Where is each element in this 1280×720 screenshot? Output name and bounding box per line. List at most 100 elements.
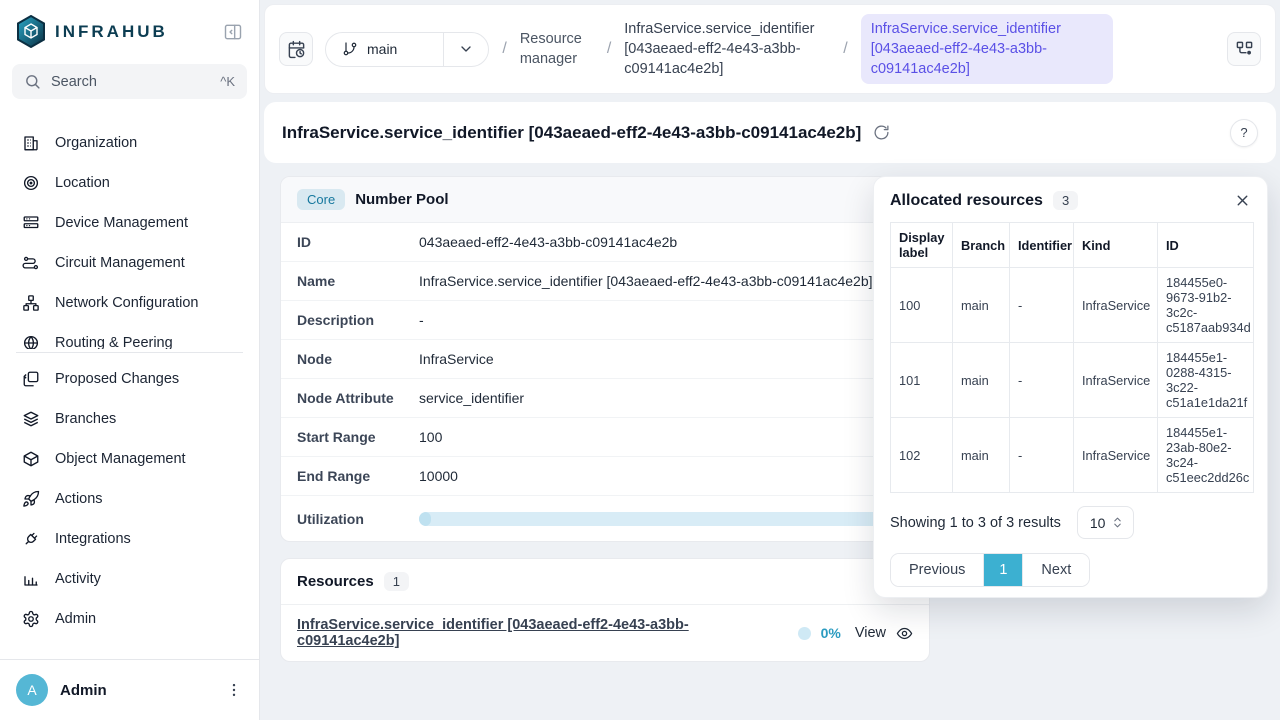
- detail-value: 100: [419, 429, 913, 445]
- sidebar-item-integrations[interactable]: Integrations: [8, 519, 251, 559]
- cube-icon: [22, 450, 40, 468]
- detail-row-name: Name InfraService.service_identifier [04…: [281, 262, 929, 301]
- sidebar-item-branches[interactable]: Branches: [8, 399, 251, 439]
- sidebar-item-organization[interactable]: Organization: [8, 123, 251, 163]
- sidebar-item-admin[interactable]: Admin: [8, 599, 251, 639]
- resources-title: Resources: [297, 573, 374, 590]
- sidebar: INFRAHUB Search ^K Organization Location…: [0, 0, 260, 720]
- sidebar-item-label: Admin: [55, 611, 96, 627]
- table-row: 101 main - InfraService 184455e1-0288-43…: [891, 343, 1254, 418]
- view-button[interactable]: View: [855, 625, 886, 641]
- location-icon: [22, 174, 40, 192]
- detail-value: 10000: [419, 468, 913, 484]
- detail-row-id: ID 043aeaed-eff2-4e43-a3bb-c09141ac4e2b: [281, 223, 929, 262]
- help-button[interactable]: ?: [1230, 119, 1258, 147]
- rocket-icon: [22, 490, 40, 508]
- user-name: Admin: [60, 682, 107, 699]
- utilization-progress-fill: [419, 512, 431, 526]
- sidebar-item-circuit-management[interactable]: Circuit Management: [8, 243, 251, 283]
- cell-branch: main: [953, 343, 1010, 418]
- results-summary: Showing 1 to 3 of 3 results: [890, 515, 1061, 531]
- page-title: InfraService.service_identifier [043aeae…: [282, 123, 861, 143]
- sidebar-collapse-icon[interactable]: [223, 22, 243, 42]
- sidebar-item-label: Device Management: [55, 215, 188, 231]
- plug-icon: [22, 530, 40, 548]
- resource-utilization-percent: 0%: [821, 625, 841, 641]
- breadcrumb-pool[interactable]: InfraService.service_identifier [043aeae…: [624, 19, 830, 79]
- kebab-menu-icon[interactable]: [225, 681, 243, 699]
- layers-icon: [22, 410, 40, 428]
- number-pool-card-header: Core Number Pool: [281, 177, 929, 223]
- sidebar-item-label: Actions: [55, 491, 103, 507]
- sidebar-item-proposed-changes[interactable]: Proposed Changes: [8, 359, 251, 399]
- globe-icon: [22, 334, 40, 349]
- time-travel-button[interactable]: [279, 32, 313, 66]
- detail-row-description: Description -: [281, 301, 929, 340]
- next-page-button[interactable]: Next: [1023, 554, 1089, 586]
- cell-identifier: -: [1010, 343, 1074, 418]
- app-name: INFRAHUB: [55, 22, 168, 42]
- search-placeholder: Search: [51, 74, 97, 90]
- sidebar-item-object-management[interactable]: Object Management: [8, 439, 251, 479]
- cell-identifier: -: [1010, 268, 1074, 343]
- branch-selector-value[interactable]: main: [326, 41, 443, 57]
- cell-branch: main: [953, 268, 1010, 343]
- cell-kind: InfraService: [1074, 418, 1158, 493]
- cell-id: 184455e0-9673-91b2-3c2c-c5187aab934d: [1158, 268, 1254, 343]
- cell-kind: InfraService: [1074, 343, 1158, 418]
- sidebar-item-label: Object Management: [55, 451, 186, 467]
- cell-display-label: 102: [891, 418, 953, 493]
- sidebar-item-label: Network Configuration: [55, 295, 198, 311]
- detail-row-node: Node InfraService: [281, 340, 929, 379]
- schema-visualizer-button[interactable]: [1227, 32, 1261, 66]
- sidebar-item-network-configuration[interactable]: Network Configuration: [8, 283, 251, 323]
- cell-kind: InfraService: [1074, 268, 1158, 343]
- eye-icon[interactable]: [896, 625, 913, 642]
- card-title: Number Pool: [355, 191, 448, 208]
- user-menu[interactable]: A Admin: [0, 659, 259, 720]
- search-shortcut: ^K: [220, 74, 235, 89]
- detail-value: 043aeaed-eff2-4e43-a3bb-c09141ac4e2b: [419, 234, 913, 250]
- network-icon: [22, 294, 40, 312]
- sidebar-item-activity[interactable]: Activity: [8, 559, 251, 599]
- resources-count-badge: 1: [384, 572, 409, 591]
- sidebar-item-routing-peering[interactable]: Routing & Peering: [8, 323, 251, 349]
- panel-count-badge: 3: [1053, 191, 1078, 210]
- allocated-resources-panel: Allocated resources 3 Display label Bran…: [873, 176, 1268, 598]
- detail-label: ID: [297, 234, 419, 250]
- breadcrumb-resource-manager[interactable]: Resource manager: [520, 29, 594, 69]
- breadcrumb-bar: main / Resource manager / InfraService.s…: [264, 4, 1276, 94]
- branch-selector-toggle[interactable]: [443, 33, 488, 66]
- chevrons-up-down-icon: [1111, 516, 1124, 529]
- search-input[interactable]: Search ^K: [12, 64, 247, 99]
- sidebar-item-label: Routing & Peering: [55, 335, 173, 349]
- col-kind: Kind: [1074, 223, 1158, 268]
- table-header-row: Display label Branch Identifier Kind ID: [891, 223, 1254, 268]
- refresh-icon[interactable]: [873, 124, 890, 141]
- sidebar-item-label: Organization: [55, 135, 137, 151]
- sidebar-item-location[interactable]: Location: [8, 163, 251, 203]
- branch-selector[interactable]: main: [325, 32, 489, 67]
- cell-identifier: -: [1010, 418, 1074, 493]
- page-size-select[interactable]: 10: [1077, 506, 1135, 539]
- sidebar-item-actions[interactable]: Actions: [8, 479, 251, 519]
- previous-page-button[interactable]: Previous: [891, 554, 983, 586]
- panel-title: Allocated resources: [890, 192, 1043, 210]
- sidebar-item-device-management[interactable]: Device Management: [8, 203, 251, 243]
- close-icon[interactable]: [1234, 192, 1251, 209]
- breadcrumb-separator: /: [842, 40, 848, 58]
- breadcrumb-current[interactable]: InfraService.service_identifier [043aeae…: [861, 14, 1113, 84]
- utilization-progress-bar: [419, 512, 913, 526]
- current-page-button[interactable]: 1: [983, 554, 1023, 586]
- pagination-summary-row: Showing 1 to 3 of 3 results 10: [890, 506, 1251, 539]
- panel-header: Allocated resources 3: [890, 191, 1251, 210]
- cell-id: 184455e1-23ab-80e2-3c24-c51eec2dd26c: [1158, 418, 1254, 493]
- resource-link[interactable]: InfraService.service_identifier [043aeae…: [297, 617, 782, 649]
- chevron-down-icon: [458, 41, 474, 57]
- avatar: A: [16, 674, 48, 706]
- pagination-controls: Previous 1 Next: [890, 553, 1090, 587]
- infrahub-logo-icon: [16, 15, 46, 48]
- sidebar-nav-primary: Organization Location Device Management …: [0, 123, 259, 349]
- col-display-label: Display label: [891, 223, 953, 268]
- detail-label: End Range: [297, 468, 419, 484]
